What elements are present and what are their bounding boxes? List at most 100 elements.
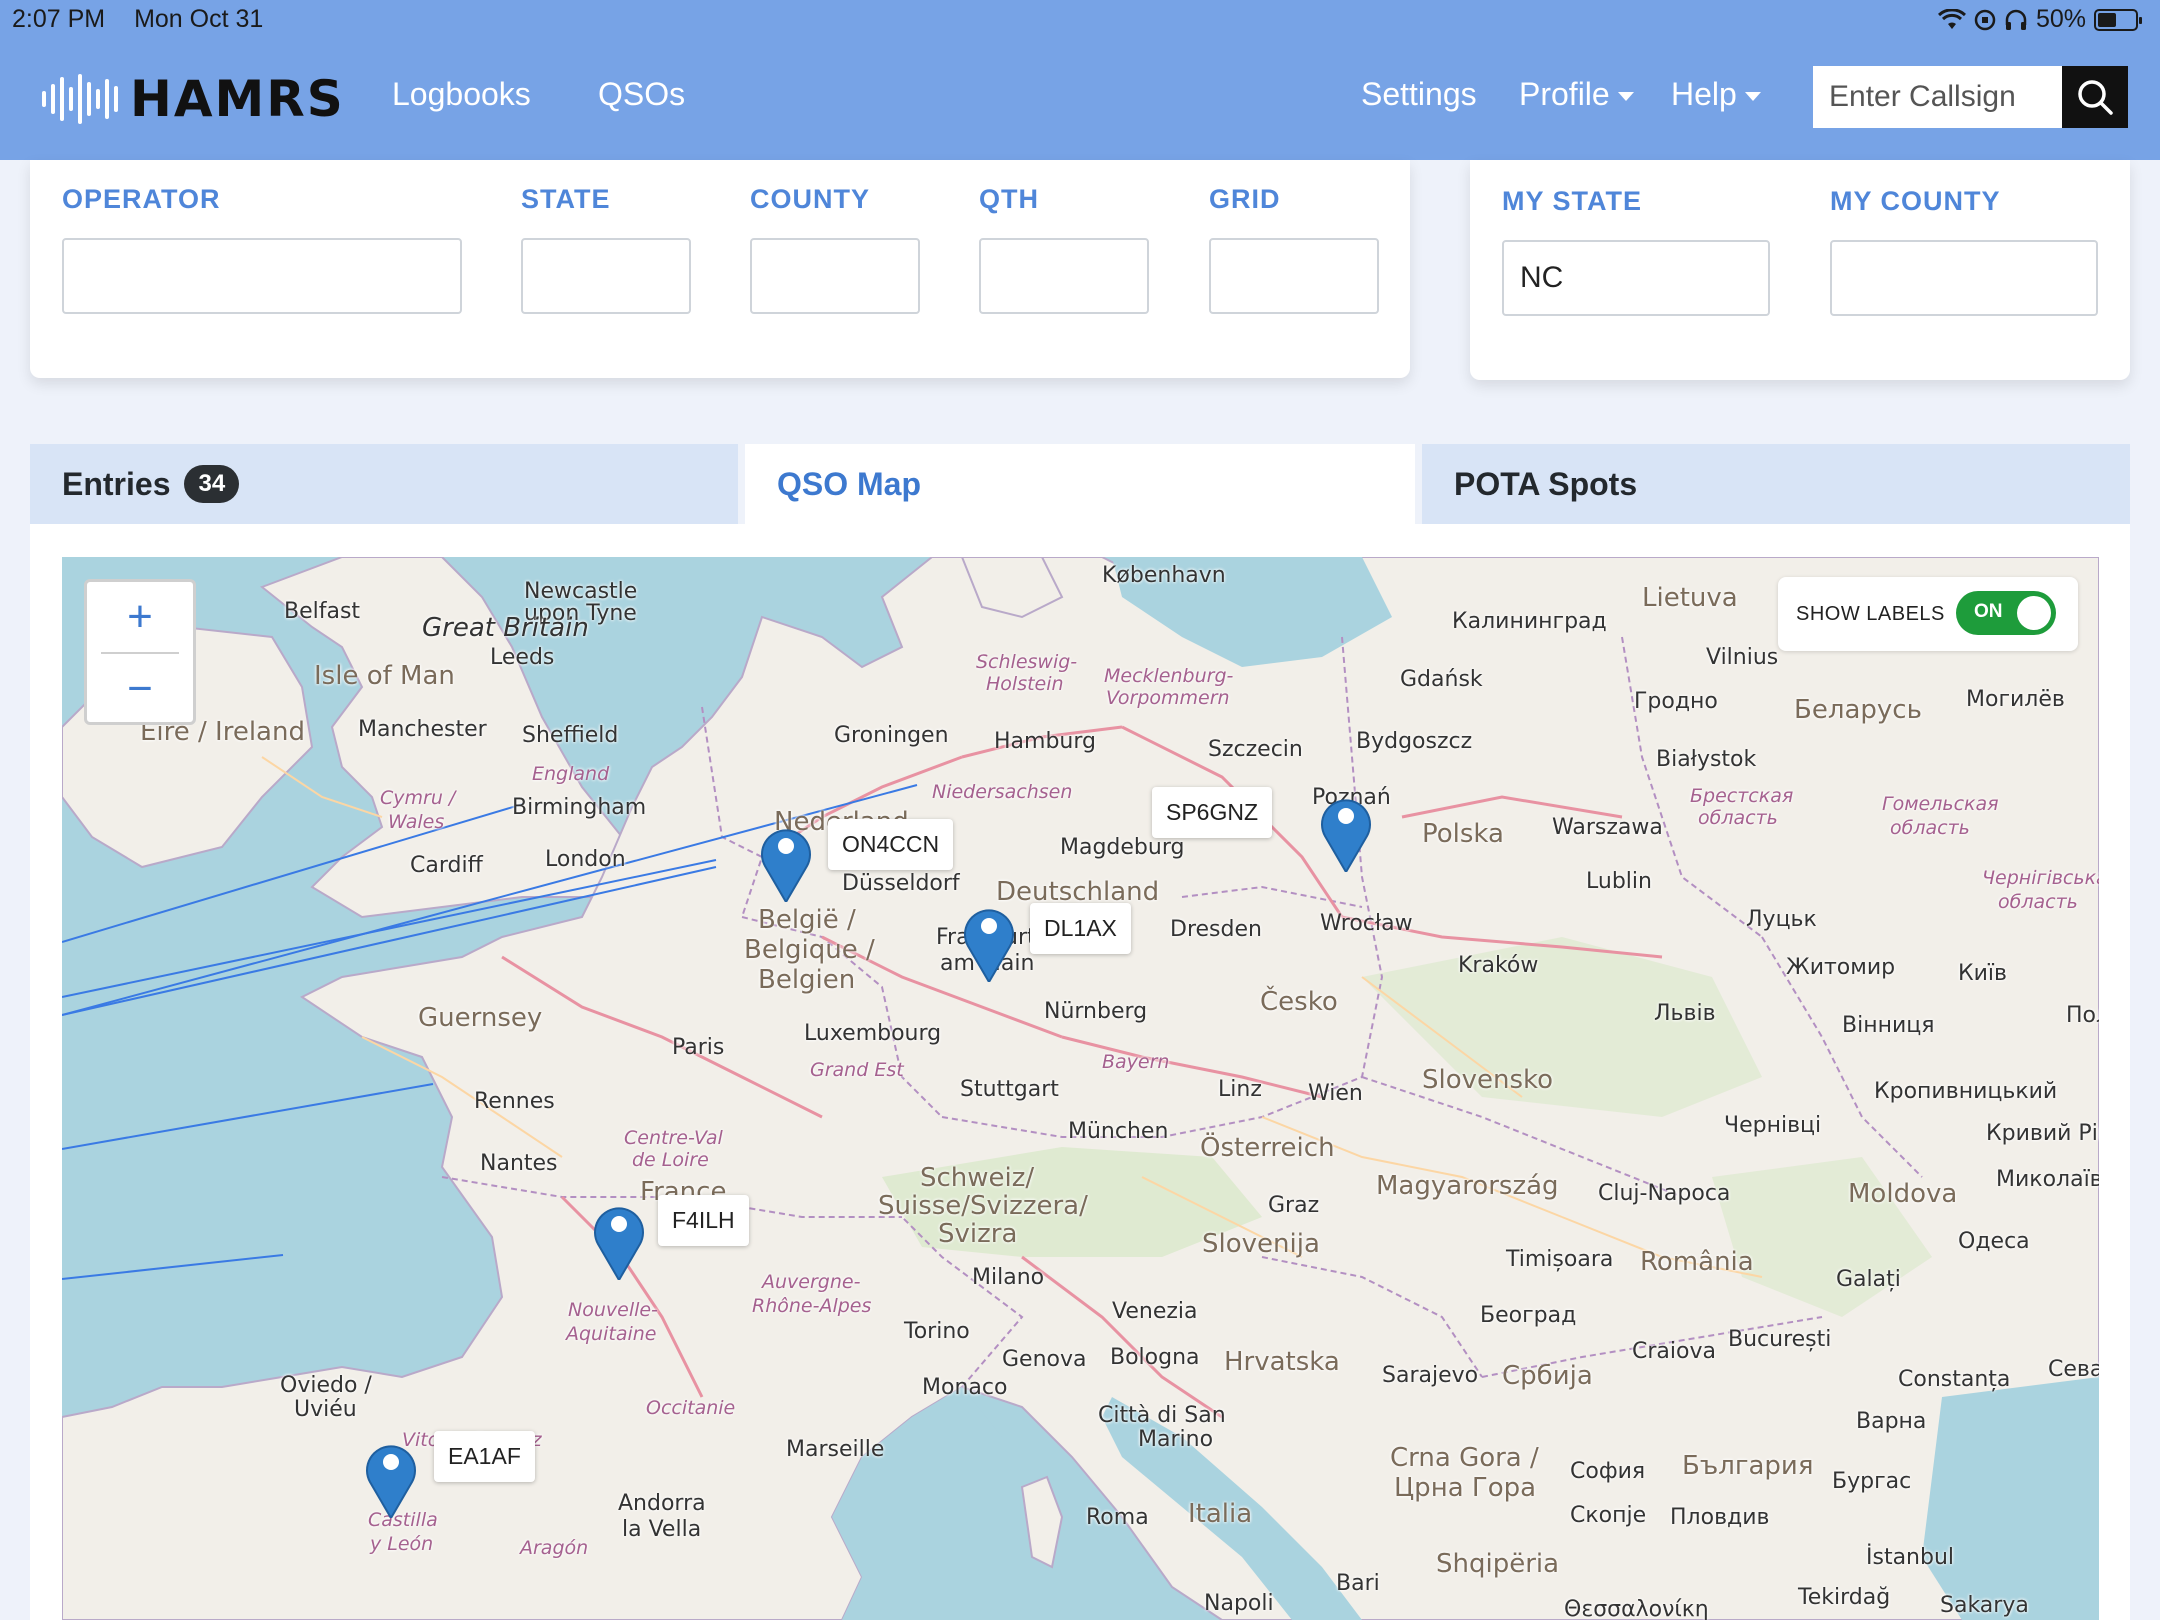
state-field[interactable] [521, 238, 691, 314]
map-marker-pin-icon[interactable] [591, 1198, 647, 1280]
map-marker-pin-icon[interactable] [363, 1436, 419, 1518]
map-place-label: Wrocław [1320, 911, 1413, 936]
map-place-label: Житомир [1786, 955, 1896, 980]
map-place-label: Auvergne- [762, 1271, 861, 1293]
map-place-label: България [1682, 1451, 1814, 1481]
map-place-label: Kraków [1458, 953, 1539, 978]
map-place-label: Беларусь [1794, 695, 1922, 725]
map-place-label: Брестская [1690, 785, 1794, 807]
map-place-label: Nantes [480, 1151, 558, 1176]
tab-pota-spots-label: POTA Spots [1454, 465, 1638, 502]
callsign-label[interactable]: ON4CCN [828, 819, 954, 870]
ios-status-bar: 2:07 PM Mon Oct 31 50% [0, 0, 2160, 40]
callsign-search-input[interactable] [1813, 66, 2062, 128]
map-place-label: Вінниця [1842, 1013, 1935, 1038]
map-place-label: Варна [1856, 1409, 1927, 1434]
nav-settings[interactable]: Settings [1361, 76, 1477, 113]
grid-field[interactable] [1209, 238, 1379, 314]
map-place-label: Rennes [474, 1089, 555, 1114]
zoom-in-button[interactable]: + [87, 582, 193, 652]
map-place-label: Napoli [1204, 1591, 1274, 1616]
qso-map[interactable]: København Newcastle upon Tyne Belfast Gr… [62, 557, 2099, 1620]
map-place-label: Србија [1502, 1361, 1593, 1391]
map-place-label: Magyarország [1376, 1171, 1559, 1201]
map-place-label: London [545, 847, 626, 872]
map-place-label: İstanbul [1866, 1545, 1955, 1570]
map-place-label: Sakarya [1940, 1593, 2029, 1618]
chevron-down-icon [1617, 92, 1634, 102]
search-button[interactable] [2062, 66, 2128, 128]
zoom-control: + − [84, 579, 196, 725]
zoom-out-button[interactable]: − [87, 654, 193, 724]
entries-count-badge: 34 [184, 465, 240, 503]
tab-pota-spots[interactable]: POTA Spots [1422, 444, 2130, 524]
map-marker-pin-icon[interactable] [758, 820, 814, 902]
chevron-down-icon [1744, 92, 1761, 102]
show-labels-toggle[interactable]: ON [1956, 591, 2056, 635]
map-place-label: Cardiff [410, 853, 483, 878]
contact-details-card: OPERATOR STATE COUNTY QTH GRID [30, 160, 1410, 378]
map-place-label: Crna Gora / [1390, 1443, 1539, 1473]
map-place-label: Сева [2048, 1357, 2099, 1382]
map-place-label: Oviedo / [280, 1373, 372, 1398]
map-place-label: Marseille [786, 1437, 885, 1462]
map-place-label: Nouvelle- [568, 1299, 658, 1321]
map-place-label: Sarajevo [1382, 1363, 1479, 1388]
operator-field[interactable] [62, 238, 462, 314]
map-place-label: România [1640, 1247, 1754, 1277]
my-county-label: MY COUNTY [1830, 186, 2001, 216]
county-label: COUNTY [750, 184, 870, 214]
callsign-label[interactable]: DL1AX [1030, 903, 1131, 954]
map-marker-pin-icon[interactable] [1318, 790, 1374, 872]
qth-field[interactable] [979, 238, 1149, 314]
tab-entries[interactable]: Entries 34 [30, 444, 738, 524]
qth-label: QTH [979, 184, 1039, 214]
tab-qso-map[interactable]: QSO Map [745, 444, 1415, 524]
grid-label: GRID [1209, 184, 1281, 214]
callsign-label[interactable]: EA1AF [434, 1431, 535, 1482]
map-place-label: Hamburg [994, 729, 1096, 754]
map-place-label: Paris [672, 1035, 725, 1060]
map-place-label: Wien [1308, 1081, 1363, 1106]
search-icon [2078, 80, 2113, 115]
soundwave-icon [42, 74, 118, 124]
battery-icon [2094, 8, 2142, 31]
map-place-label: Црна Гора [1394, 1473, 1537, 1503]
map-place-label: Кривий Ріг [1986, 1121, 2099, 1146]
map-place-label: Schleswig- [976, 651, 1078, 673]
map-place-label: область [1998, 891, 2078, 913]
map-place-label: Grand Est [810, 1059, 904, 1081]
county-field[interactable] [750, 238, 920, 314]
map-place-label: Groningen [834, 723, 949, 748]
map-place-label: Monaco [922, 1375, 1008, 1400]
callsign-label[interactable]: F4ILH [658, 1195, 749, 1246]
my-state-field[interactable] [1502, 240, 1770, 316]
map-place-label: Stuttgart [960, 1077, 1059, 1102]
hamrs-logo[interactable]: HAMRS [42, 70, 345, 128]
map-place-label: Калининград [1452, 609, 1607, 634]
map-marker-pin-icon[interactable] [961, 900, 1017, 982]
map-place-label: Nürnberg [1044, 999, 1148, 1024]
map-place-label: Київ [1958, 961, 2007, 986]
map-place-label: München [1068, 1119, 1169, 1144]
map-place-label: Belfast [284, 599, 361, 624]
nav-help-dropdown[interactable]: Help [1671, 76, 1761, 113]
map-place-label: Linz [1218, 1077, 1262, 1102]
map-place-label: Mecklenburg- [1104, 665, 1234, 687]
nav-profile-dropdown[interactable]: Profile [1519, 76, 1634, 113]
my-county-field[interactable] [1830, 240, 2098, 316]
orientation-lock-icon [1974, 9, 1996, 30]
map-place-label: Shqipëria [1436, 1549, 1560, 1579]
map-place-label: область [1698, 807, 1778, 829]
map-place-label: Slovensko [1422, 1065, 1554, 1095]
nav-logbooks[interactable]: Logbooks [392, 76, 531, 113]
map-place-label: Aragón [520, 1537, 589, 1559]
callsign-label[interactable]: SP6GNZ [1152, 787, 1273, 838]
map-place-label: Dresden [1170, 917, 1262, 942]
map-place-label: Пловдив [1670, 1505, 1770, 1530]
map-place-label: Slovenija [1202, 1229, 1320, 1259]
headphones-icon [2005, 9, 2027, 30]
map-place-label: Occitanie [646, 1397, 736, 1419]
nav-qsos[interactable]: QSOs [598, 76, 685, 113]
map-place-label: Vorpommern [1106, 687, 1230, 709]
